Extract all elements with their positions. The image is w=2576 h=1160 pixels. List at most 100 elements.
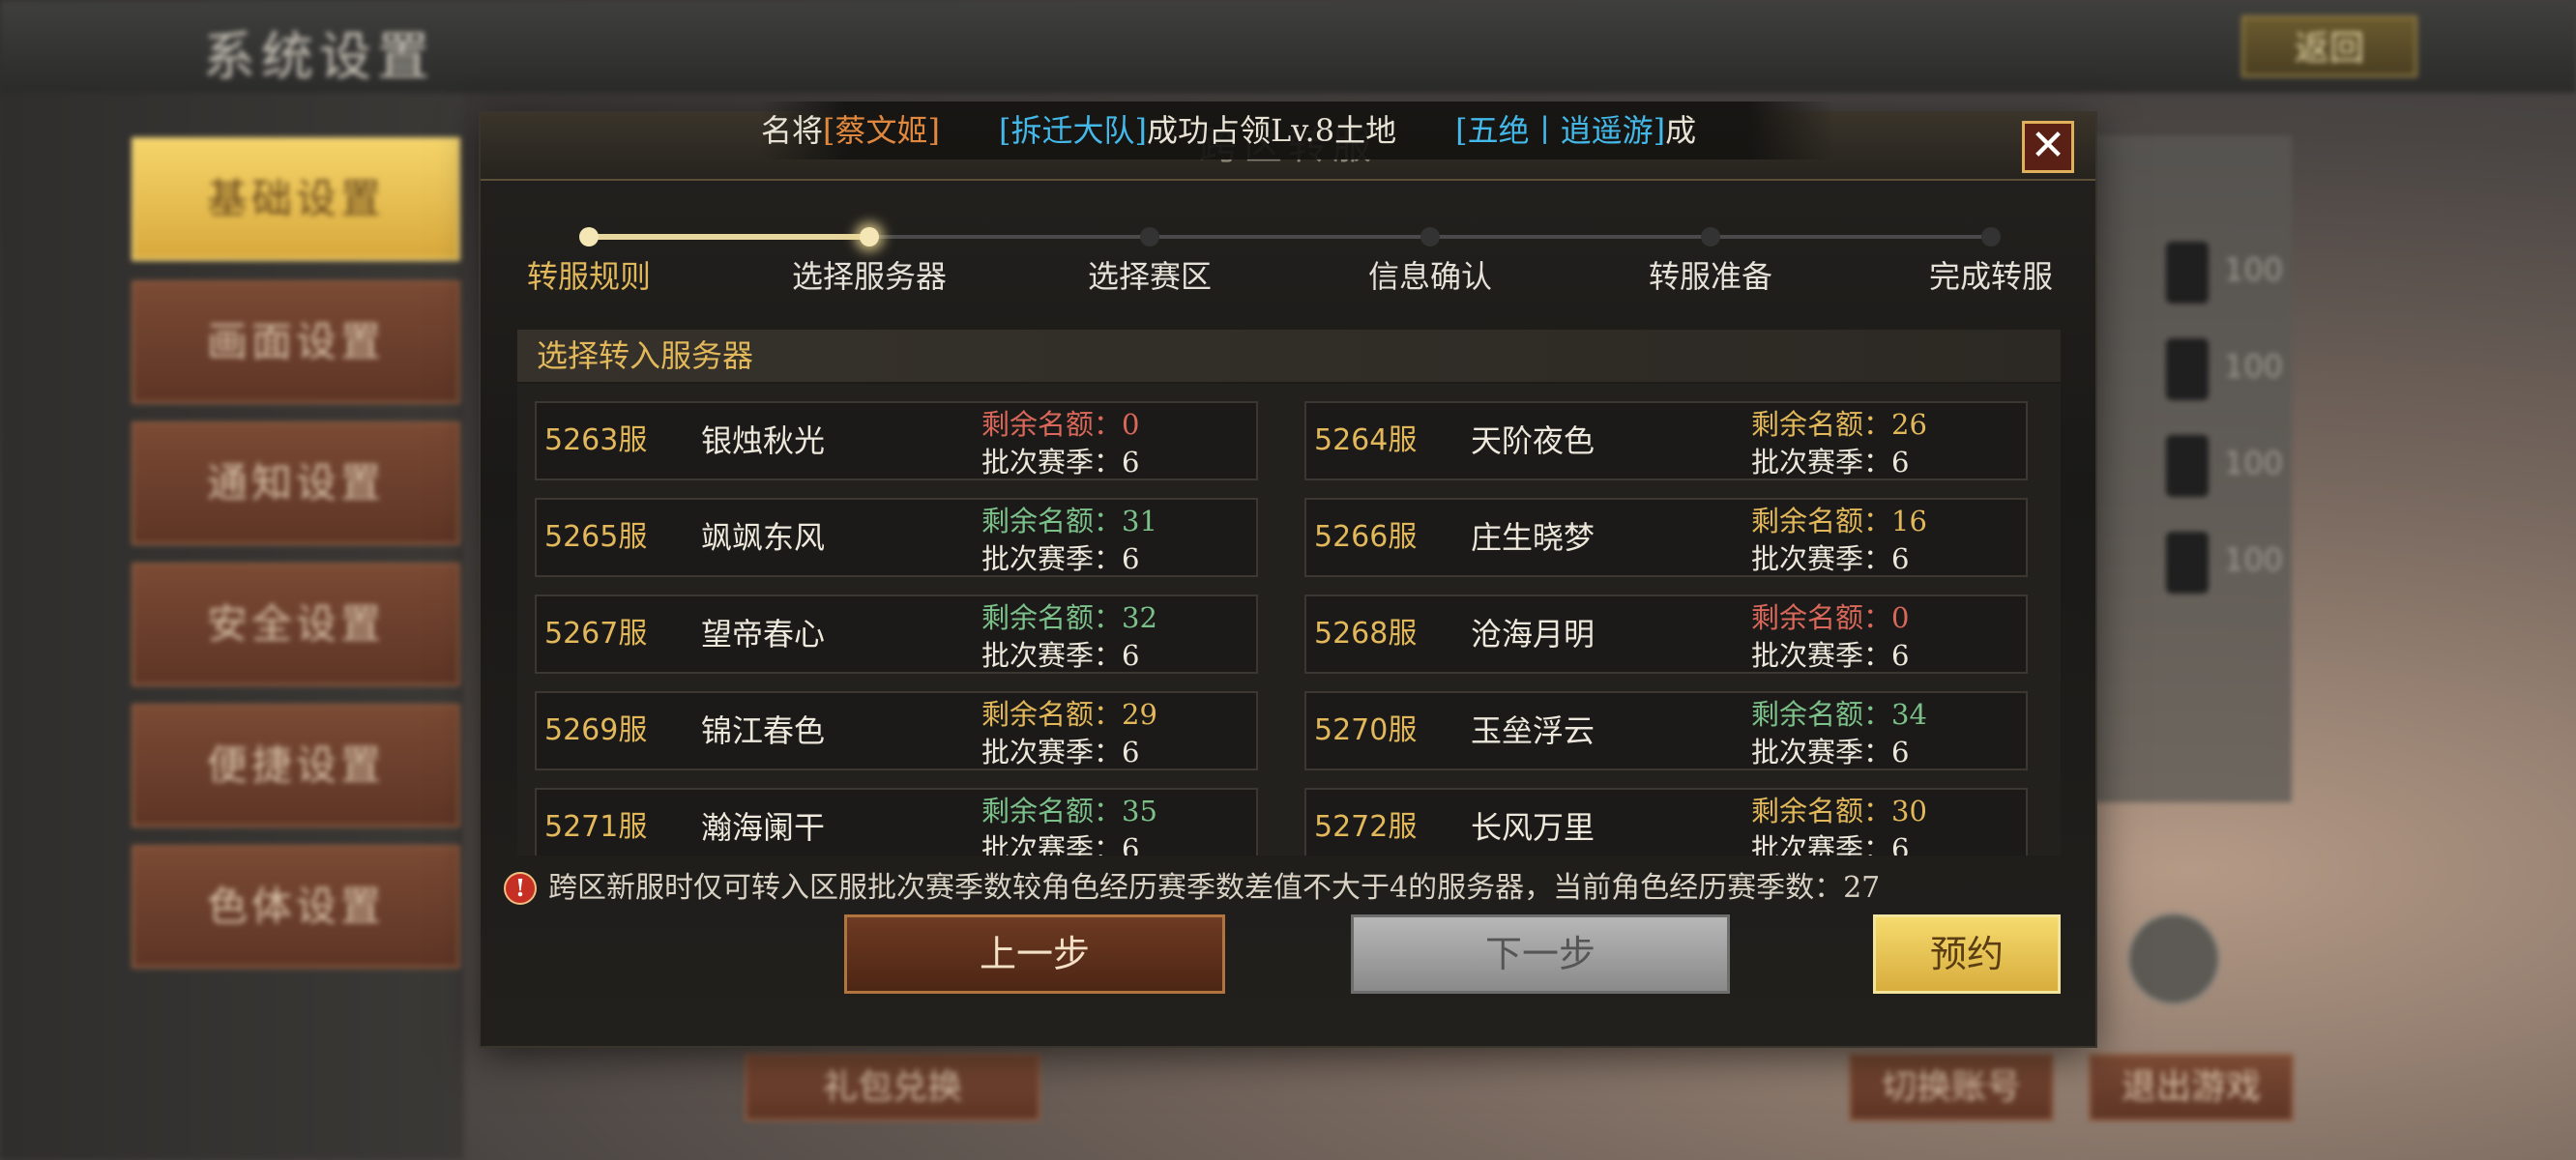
server-batch-season: 批次赛季：6 xyxy=(981,639,1140,672)
server-id: 5267服 xyxy=(544,617,648,651)
server-name: 长风万里 xyxy=(1471,809,1595,846)
step-label-confirm: 信息确认 xyxy=(1367,258,1492,295)
ticker-gap xyxy=(1396,102,1455,160)
server-quota: 剩余名额：29 xyxy=(981,698,1157,731)
step-dot xyxy=(1420,227,1440,246)
server-name: 庄生晓梦 xyxy=(1471,519,1595,556)
back-button[interactable]: 返回 xyxy=(2241,15,2417,77)
server-batch-season: 批次赛季：6 xyxy=(981,542,1140,575)
close-icon: ✕ xyxy=(2030,121,2066,170)
sidebar-item-notify[interactable]: 通知设置 xyxy=(132,421,460,545)
server-quota: 剩余名额：0 xyxy=(981,408,1140,441)
server-id: 5263服 xyxy=(544,423,648,457)
ticker-segment: 成功占领Lv.8土地 xyxy=(1147,112,1397,149)
server-quota: 剩余名额：30 xyxy=(1751,795,1927,827)
server-batch-season: 批次赛季：6 xyxy=(1751,832,1910,856)
server-batch-season: 批次赛季：6 xyxy=(981,446,1140,478)
server-card[interactable]: 5270服 玉垒浮云 剩余名额：34 批次赛季：6 xyxy=(1304,691,2028,770)
server-name: 飒飒东风 xyxy=(701,519,826,556)
sidebar-item-shortcut[interactable]: 便捷设置 xyxy=(132,704,460,827)
volume-slider-handle[interactable] xyxy=(2166,532,2209,594)
server-card[interactable]: 5264服 天阶夜色 剩余名额：26 批次赛季：6 xyxy=(1304,401,2028,480)
section-title: 选择转入服务器 xyxy=(537,337,754,374)
server-quota: 剩余名额：32 xyxy=(981,601,1157,634)
server-name: 玉垒浮云 xyxy=(1471,712,1595,749)
volume-value: 100 xyxy=(2224,445,2284,481)
step-label-rules: 转服规则 xyxy=(526,258,651,295)
server-quota: 剩余名额：16 xyxy=(1751,505,1927,537)
server-card[interactable]: 5272服 长风万里 剩余名额：30 批次赛季：6 xyxy=(1304,788,2028,856)
server-batch-season: 批次赛季：6 xyxy=(1751,446,1910,478)
next-step-button[interactable]: 下一步 xyxy=(1351,914,1730,994)
server-card[interactable]: 5266服 庄生晓梦 剩余名额：16 批次赛季：6 xyxy=(1304,498,2028,577)
volume-slider-handle[interactable] xyxy=(2166,242,2209,304)
step-label-select-zone: 选择赛区 xyxy=(1087,258,1212,295)
server-card[interactable]: 5267服 望帝春心 剩余名额：32 批次赛季：6 xyxy=(535,594,1258,674)
volume-value: 100 xyxy=(2224,348,2284,385)
server-batch-season: 批次赛季：6 xyxy=(1751,736,1910,768)
server-name: 沧海月明 xyxy=(1471,616,1595,652)
sidebar-item-font[interactable]: 色体设置 xyxy=(132,845,460,969)
step-dot xyxy=(1981,227,2001,246)
server-batch-season: 批次赛季：6 xyxy=(1751,542,1910,575)
edit-icon[interactable] xyxy=(2127,913,2220,1005)
server-card[interactable]: 5269服 锦江春色 剩余名额：29 批次赛季：6 xyxy=(535,691,1258,770)
sidebar-item-basic[interactable]: 基础设置 xyxy=(132,137,460,261)
server-quota: 剩余名额：34 xyxy=(1751,698,1927,731)
step-label-select-server: 选择服务器 xyxy=(791,258,947,295)
step-label-complete: 完成转服 xyxy=(1928,258,2053,295)
page-title: 系统设置 xyxy=(203,26,435,87)
ticker-alliance-name: [拆迁大队] xyxy=(999,112,1148,149)
step-dot xyxy=(1701,227,1720,246)
server-name: 银烛秋光 xyxy=(701,422,826,459)
close-button[interactable]: ✕ xyxy=(2022,121,2074,173)
server-card[interactable]: 5268服 沧海月明 剩余名额：0 批次赛季：6 xyxy=(1304,594,2028,674)
server-quota: 剩余名额：26 xyxy=(1751,408,1927,441)
server-id: 5269服 xyxy=(544,713,648,747)
server-name: 瀚海阑干 xyxy=(701,809,826,846)
server-quota: 剩余名额：35 xyxy=(981,795,1157,827)
server-batch-season: 批次赛季：6 xyxy=(981,736,1140,768)
server-quota: 剩余名额：31 xyxy=(981,505,1157,537)
ticker-segment: 成 xyxy=(1665,112,1697,149)
step-dot xyxy=(1140,227,1159,246)
server-card[interactable]: 5271服 瀚海阑干 剩余名额：35 批次赛季：6 xyxy=(535,788,1258,856)
server-quota: 剩余名额：0 xyxy=(1751,601,1910,634)
reserve-button[interactable]: 预约 xyxy=(1873,914,2061,994)
exit-game-button[interactable]: 退出游戏 xyxy=(2089,1054,2294,1121)
ticker-segment: 名将 xyxy=(761,112,824,149)
server-id: 5264服 xyxy=(1314,423,1418,457)
server-id: 5266服 xyxy=(1314,520,1418,554)
sidebar-item-security[interactable]: 安全设置 xyxy=(132,563,460,686)
step-label-prepare: 转服准备 xyxy=(1648,258,1772,295)
ticker-alliance-name: [五绝丨逍遥游] xyxy=(1455,112,1666,149)
section-header: 选择转入服务器 xyxy=(517,330,2061,382)
prev-step-button[interactable]: 上一步 xyxy=(844,914,1225,994)
transfer-notice: ! 跨区新服时仅可转入区服批次赛季数较角色经历赛季数差值不大于4的服务器，当前角… xyxy=(504,862,2090,914)
step-dot-current xyxy=(860,227,879,246)
transfer-dialog: 跨区转服 名将[蔡文姬] [拆迁大队]成功占领Lv.8土地 [五绝丨逍遥游]成 … xyxy=(481,102,2095,1046)
server-id: 5272服 xyxy=(1314,810,1418,844)
server-list[interactable]: 5263服 银烛秋光 剩余名额：0 批次赛季：6 5264服 天阶夜色 剩余名额：26 批次赛… xyxy=(517,384,2061,856)
switch-account-button[interactable]: 切换账号 xyxy=(1849,1054,2054,1121)
notice-text: 跨区新服时仅可转入区服批次赛季数较角色经历赛季数差值不大于4的服务器，当前角色经… xyxy=(548,871,1881,905)
announcement-ticker: 名将[蔡文姬] [拆迁大队]成功占领Lv.8土地 [五绝丨逍遥游]成 xyxy=(761,102,1834,160)
volume-slider-handle[interactable] xyxy=(2166,435,2209,497)
server-name: 望帝春心 xyxy=(701,616,826,652)
warning-icon: ! xyxy=(504,872,537,905)
volume-slider-handle[interactable] xyxy=(2166,338,2209,400)
gift-redeem-button[interactable]: 礼包兑换 xyxy=(745,1054,1040,1121)
server-id: 5270服 xyxy=(1314,713,1418,747)
ticker-gap xyxy=(940,102,999,160)
sidebar-item-display[interactable]: 画面设置 xyxy=(132,280,460,404)
ticker-player-name: [蔡文姬] xyxy=(823,112,940,149)
server-name: 天阶夜色 xyxy=(1471,422,1595,459)
server-card[interactable]: 5263服 银烛秋光 剩余名额：0 批次赛季：6 xyxy=(535,401,1258,480)
server-card[interactable]: 5265服 飒飒东风 剩余名额：31 批次赛季：6 xyxy=(535,498,1258,577)
server-id: 5265服 xyxy=(544,520,648,554)
server-id: 5271服 xyxy=(544,810,648,844)
server-batch-season: 批次赛季：6 xyxy=(1751,639,1910,672)
step-dot xyxy=(579,227,599,246)
server-id: 5268服 xyxy=(1314,617,1418,651)
server-batch-season: 批次赛季：6 xyxy=(981,832,1140,856)
